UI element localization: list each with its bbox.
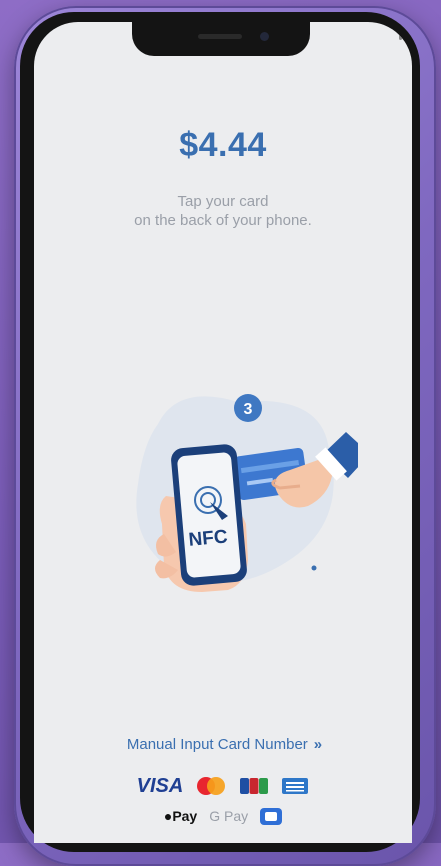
accepted-card-brands: VISA — [34, 774, 412, 798]
status-indicator — [399, 32, 402, 40]
wallet-badge-icon — [260, 807, 283, 825]
apple-pay-logo: ●Pay — [164, 808, 197, 824]
google-pay-label: Pay — [224, 808, 249, 824]
double-chevron-right-icon: » — [313, 736, 323, 753]
front-camera — [260, 32, 269, 41]
mastercard-icon — [197, 777, 226, 795]
tap-instruction: Tap your card on the back of your phone. — [34, 192, 412, 230]
step-badge: 3 — [234, 394, 262, 422]
instruction-line-2: on the back of your phone. — [134, 212, 312, 229]
google-g-icon: G — [209, 808, 221, 824]
amex-icon — [282, 778, 309, 794]
speaker-grille — [198, 34, 242, 39]
step-badge-number: 3 — [244, 401, 253, 418]
nfc-tap-illustration: 3 NFC — [136, 394, 358, 592]
signal-dot — [311, 565, 317, 571]
apple-pay-label: Pay — [172, 808, 198, 824]
instruction-line-1: Tap your card — [177, 193, 269, 210]
manual-input-label: Manual Input Card Number — [126, 736, 308, 753]
payment-amount: $4.44 — [179, 126, 267, 164]
jcb-icon — [240, 778, 269, 794]
visa-logo: VISA — [136, 774, 184, 797]
manual-input-card-number-link[interactable]: Manual Input Card Number » — [34, 736, 412, 753]
accepted-wallets: ●Pay G Pay — [34, 806, 412, 826]
nfc-label: NFC — [188, 526, 229, 550]
payment-screen: $4.44 Tap your card on the back of your … — [34, 22, 412, 843]
google-pay-logo: G Pay — [209, 808, 248, 824]
notch — [132, 22, 310, 56]
